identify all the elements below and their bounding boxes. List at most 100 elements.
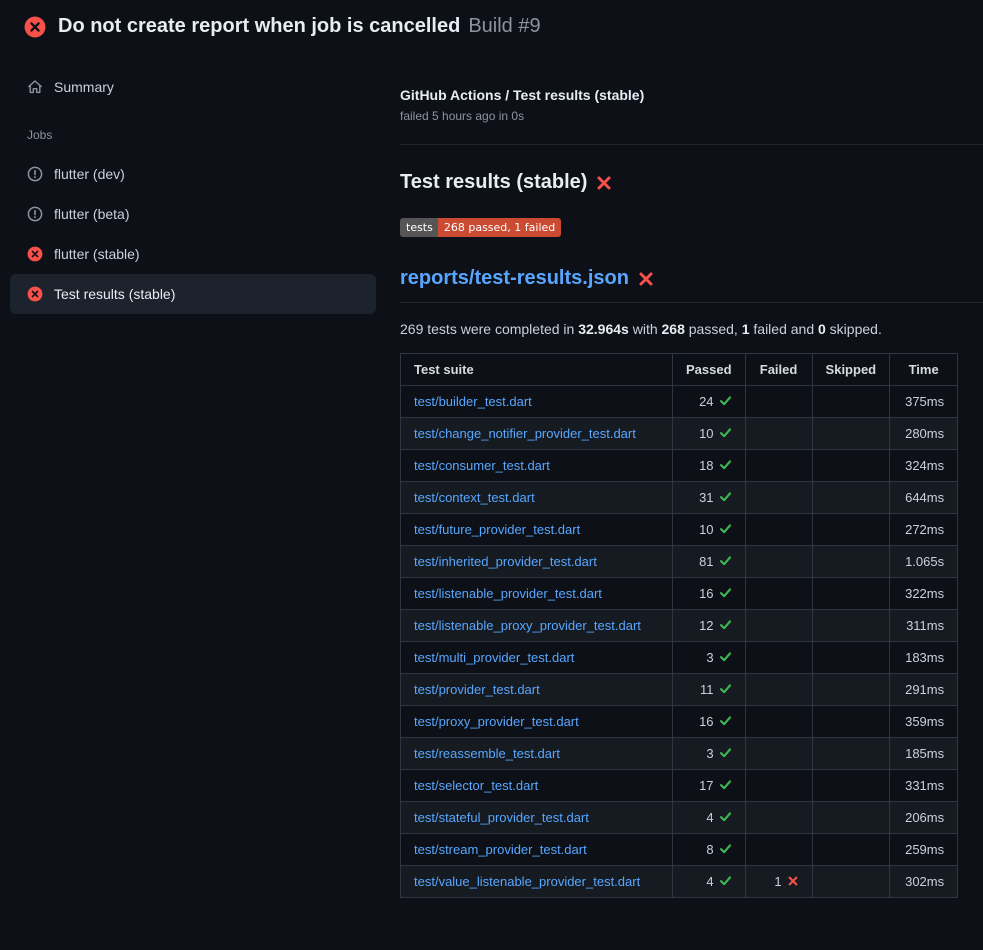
sidebar-summary-label: Summary [54, 79, 114, 95]
section-divider [400, 144, 983, 145]
failed-cell [745, 770, 812, 802]
time-cell: 280ms [890, 418, 958, 450]
test-suite-link[interactable]: test/value_listenable_provider_test.dart [414, 874, 640, 889]
skipped-cell [812, 738, 890, 770]
test-suite-link[interactable]: test/provider_test.dart [414, 682, 540, 697]
passed-cell: 4 [673, 802, 746, 834]
test-suite-link[interactable]: test/multi_provider_test.dart [414, 650, 574, 665]
test-result-row: test/future_provider_test.dart10272ms [401, 514, 958, 546]
check-icon [719, 714, 732, 727]
test-suite-link[interactable]: test/stateful_provider_test.dart [414, 810, 589, 825]
cancelled-icon [27, 166, 43, 182]
test-suite-link[interactable]: test/change_notifier_provider_test.dart [414, 426, 636, 441]
suite-cell: test/reassemble_test.dart [401, 738, 673, 770]
sidebar-item-flutter-beta[interactable]: flutter (beta) [10, 194, 376, 234]
test-result-row: test/context_test.dart31644ms [401, 482, 958, 514]
run-meta: failed 5 hours ago in 0s [400, 109, 983, 123]
check-icon [719, 458, 732, 471]
report-file-link[interactable]: reports/test-results.json [400, 267, 629, 290]
check-icon [719, 522, 732, 535]
test-result-row: test/listenable_proxy_provider_test.dart… [401, 610, 958, 642]
test-suite-link[interactable]: test/inherited_provider_test.dart [414, 554, 597, 569]
test-suite-link[interactable]: test/context_test.dart [414, 490, 535, 505]
suite-cell: test/change_notifier_provider_test.dart [401, 418, 673, 450]
sidebar-item-flutter-dev[interactable]: flutter (dev) [10, 154, 376, 194]
run-title: Do not create report when job is cancell… [58, 15, 460, 38]
skipped-cell [812, 546, 890, 578]
failed-cell [745, 738, 812, 770]
suite-cell: test/builder_test.dart [401, 386, 673, 418]
failed-cell [745, 578, 812, 610]
passed-cell: 81 [673, 546, 746, 578]
time-cell: 322ms [890, 578, 958, 610]
test-result-row: test/change_notifier_provider_test.dart1… [401, 418, 958, 450]
results-table-body: test/builder_test.dart24375mstest/change… [401, 386, 958, 898]
test-suite-link[interactable]: test/consumer_test.dart [414, 458, 550, 473]
suite-cell: test/selector_test.dart [401, 770, 673, 802]
skipped-cell [812, 482, 890, 514]
test-result-row: test/stream_provider_test.dart8259ms [401, 834, 958, 866]
check-icon [719, 618, 732, 631]
failed-cell [745, 706, 812, 738]
time-cell: 311ms [890, 610, 958, 642]
x-icon [787, 875, 799, 887]
red-x-icon [596, 175, 612, 191]
failed-cell: 1 [745, 866, 812, 898]
job-label: Test results (stable) [54, 286, 175, 302]
job-label: flutter (stable) [54, 246, 140, 262]
skipped-cell [812, 866, 890, 898]
test-result-row: test/reassemble_test.dart3185ms [401, 738, 958, 770]
test-suite-link[interactable]: test/listenable_proxy_provider_test.dart [414, 618, 641, 633]
passed-cell: 16 [673, 578, 746, 610]
tests-badge: tests 268 passed, 1 failed [400, 218, 561, 237]
skipped-cell [812, 642, 890, 674]
passed-cell: 16 [673, 706, 746, 738]
sidebar-item-flutter-stable[interactable]: flutter (stable) [10, 234, 376, 274]
test-results-table: Test suite Passed Failed Skipped Time te… [400, 353, 958, 898]
suite-cell: test/listenable_provider_test.dart [401, 578, 673, 610]
time-cell: 206ms [890, 802, 958, 834]
check-icon [719, 778, 732, 791]
passed-cell: 4 [673, 866, 746, 898]
time-cell: 331ms [890, 770, 958, 802]
test-result-row: test/listenable_provider_test.dart 16 322m… [401, 578, 958, 610]
failed-cell [745, 642, 812, 674]
test-result-row: test/consumer_test.dart 18 324ms [401, 450, 958, 482]
test-suite-link[interactable]: test/listenable_provider_test.dart [414, 586, 602, 601]
failed-icon [27, 286, 43, 302]
test-result-row: test/provider_test.dart11291ms [401, 674, 958, 706]
test-suite-link[interactable]: test/selector_test.dart [414, 778, 538, 793]
test-result-row: test/multi_provider_test.dart3183ms [401, 642, 958, 674]
failed-status-icon [24, 16, 46, 38]
skipped-cell [812, 418, 890, 450]
test-result-row: test/selector_test.dart17331ms [401, 770, 958, 802]
test-suite-link[interactable]: test/future_provider_test.dart [414, 522, 580, 537]
suite-cell: test/consumer_test.dart [401, 450, 673, 482]
sidebar-item-summary[interactable]: Summary [10, 67, 376, 107]
report-heading: reports/test-results.json [400, 267, 983, 303]
jobs-section-label: Jobs [10, 107, 376, 154]
check-icon [719, 810, 732, 823]
skipped-cell [812, 386, 890, 418]
breadcrumb[interactable]: GitHub Actions / Test results (stable) [400, 87, 983, 103]
time-cell: 259ms [890, 834, 958, 866]
time-cell: 272ms [890, 514, 958, 546]
skipped-cell [812, 802, 890, 834]
time-cell: 185ms [890, 738, 958, 770]
check-icon [719, 394, 732, 407]
test-suite-link[interactable]: test/stream_provider_test.dart [414, 842, 587, 857]
test-result-row: test/proxy_provider_test.dart16359ms [401, 706, 958, 738]
test-result-row: test/builder_test.dart24375ms [401, 386, 958, 418]
time-cell: 302ms [890, 866, 958, 898]
test-suite-link[interactable]: test/builder_test.dart [414, 394, 532, 409]
skipped-cell [812, 450, 890, 482]
skipped-cell [812, 610, 890, 642]
test-suite-link[interactable]: test/reassemble_test.dart [414, 746, 560, 761]
job-label: flutter (beta) [54, 206, 129, 222]
time-cell: 291ms [890, 674, 958, 706]
passed-cell: 31 [673, 482, 746, 514]
test-suite-link[interactable]: test/proxy_provider_test.dart [414, 714, 579, 729]
passed-cell: 18 [673, 450, 746, 482]
sidebar-item-test-results-stable[interactable]: Test results (stable) [10, 274, 376, 314]
time-cell: 324ms [890, 450, 958, 482]
